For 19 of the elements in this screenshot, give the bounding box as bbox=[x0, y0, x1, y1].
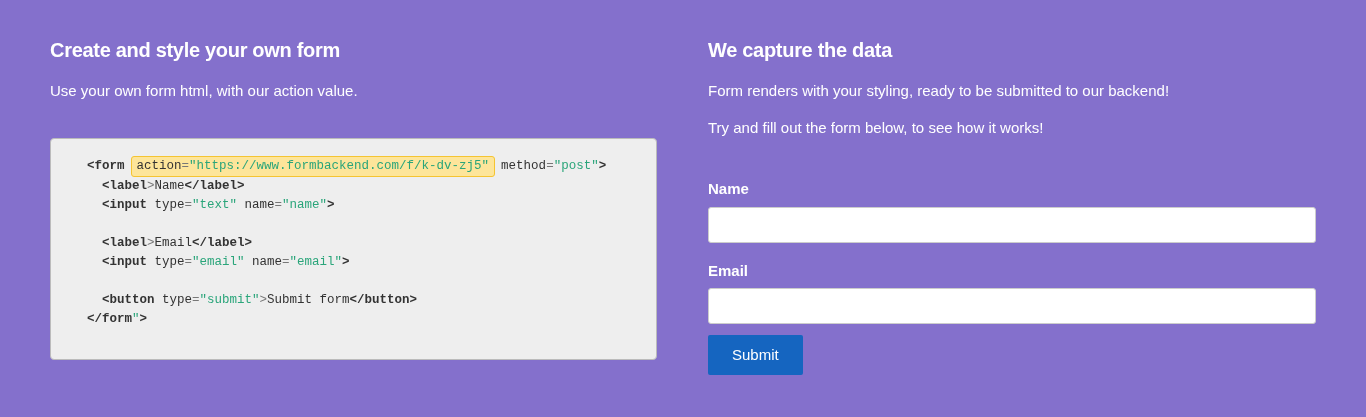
section-heading: Create and style your own form bbox=[50, 38, 341, 62]
code-text: <input type="text" name="name"> bbox=[101, 196, 335, 214]
code-text: <button type="submit">Submit form</button> bbox=[101, 291, 418, 309]
highlighted-code: action="https://www.formbackend.com/f/k-dv-zj5" bbox=[130, 155, 496, 177]
code-text: <label>Name</label> bbox=[101, 177, 245, 195]
description-text: Form renders with your styling, ready to be submitted to our backend! bbox=[708, 81, 1171, 101]
intro-text: Use your own form html, with our action value. bbox=[50, 81, 359, 101]
code-text: </form"> bbox=[87, 310, 148, 328]
code-text: <label>Email</label> bbox=[101, 234, 253, 252]
description-text: Try and fill out the form below, to see how it works! bbox=[708, 117, 1045, 138]
input-field[interactable] bbox=[708, 288, 1316, 324]
submit-button[interactable]: Submit bbox=[708, 335, 803, 375]
section-heading: We capture the data bbox=[708, 38, 894, 62]
field-label: Email bbox=[708, 260, 750, 281]
code-text: method="post"> bbox=[501, 157, 607, 175]
code-text: <input type="email" name="email"> bbox=[101, 253, 350, 271]
field-label: Name bbox=[708, 179, 750, 199]
code-text: <form bbox=[87, 157, 125, 175]
input-field[interactable] bbox=[708, 206, 1316, 243]
